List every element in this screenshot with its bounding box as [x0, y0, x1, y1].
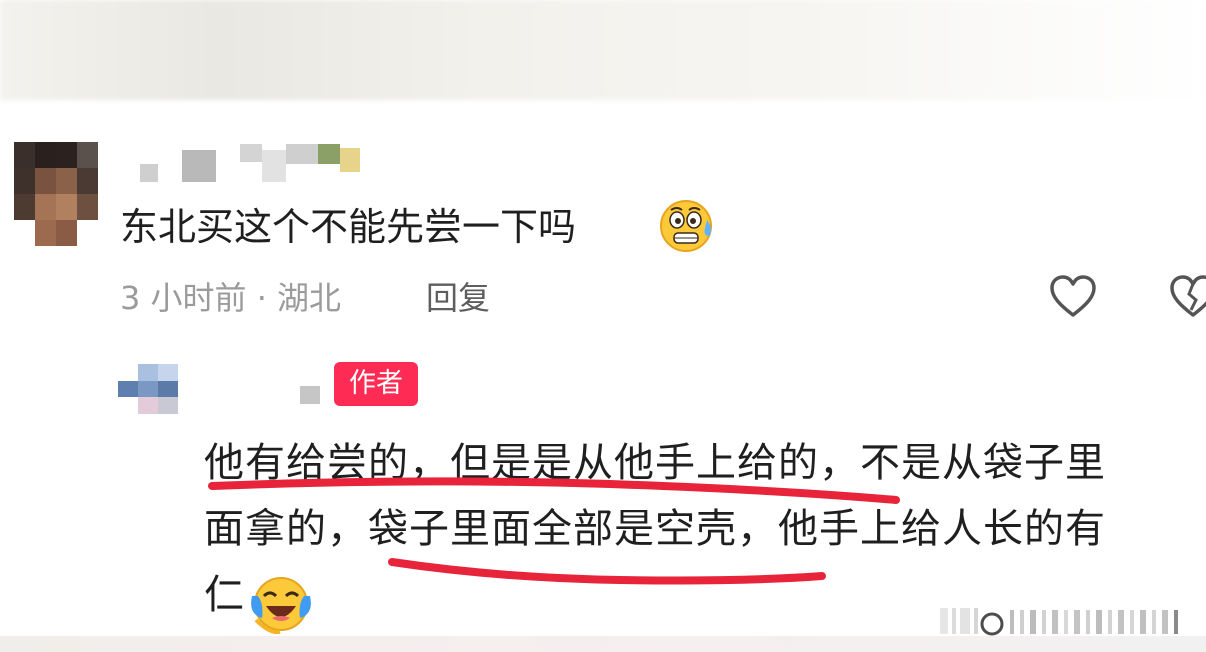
author-username-masked[interactable] [300, 386, 320, 404]
commenter-avatar[interactable] [14, 142, 98, 246]
blurred-bottom-area [0, 636, 1206, 652]
reply-line-1: 他有给尝的，但是是从他手上给的，不是从袋子里 [204, 440, 1106, 486]
broken-heart-icon[interactable] [1168, 272, 1206, 322]
reply-text: 他有给尝的，但是是从他手上给的，不是从袋子里 面拿的，袋子里面全部是空壳，他手上… [204, 430, 1194, 628]
comment-text: 东北买这个不能先尝一下吗 [120, 205, 577, 249]
author-avatar[interactable] [118, 364, 178, 414]
reply-button[interactable]: 回复 [426, 276, 490, 320]
sweating-face-icon [660, 200, 712, 252]
blurred-top-area [0, 0, 1206, 100]
laughing-crying-face-icon [251, 577, 311, 634]
comment-screenshot: 东北买这个不能先尝一下吗 3 小时前 · 湖北 回复 作者 他有给尝的，但是是从… [0, 0, 1206, 652]
watermark-mark [940, 608, 1178, 636]
heart-icon[interactable] [1048, 272, 1098, 322]
comment-meta: 3 小时前 · 湖北 [120, 279, 342, 317]
author-badge: 作者 [334, 362, 418, 406]
reply-line-2: 面拿的，袋子里面全部是空壳，他手上给人长的有 [204, 506, 1106, 552]
